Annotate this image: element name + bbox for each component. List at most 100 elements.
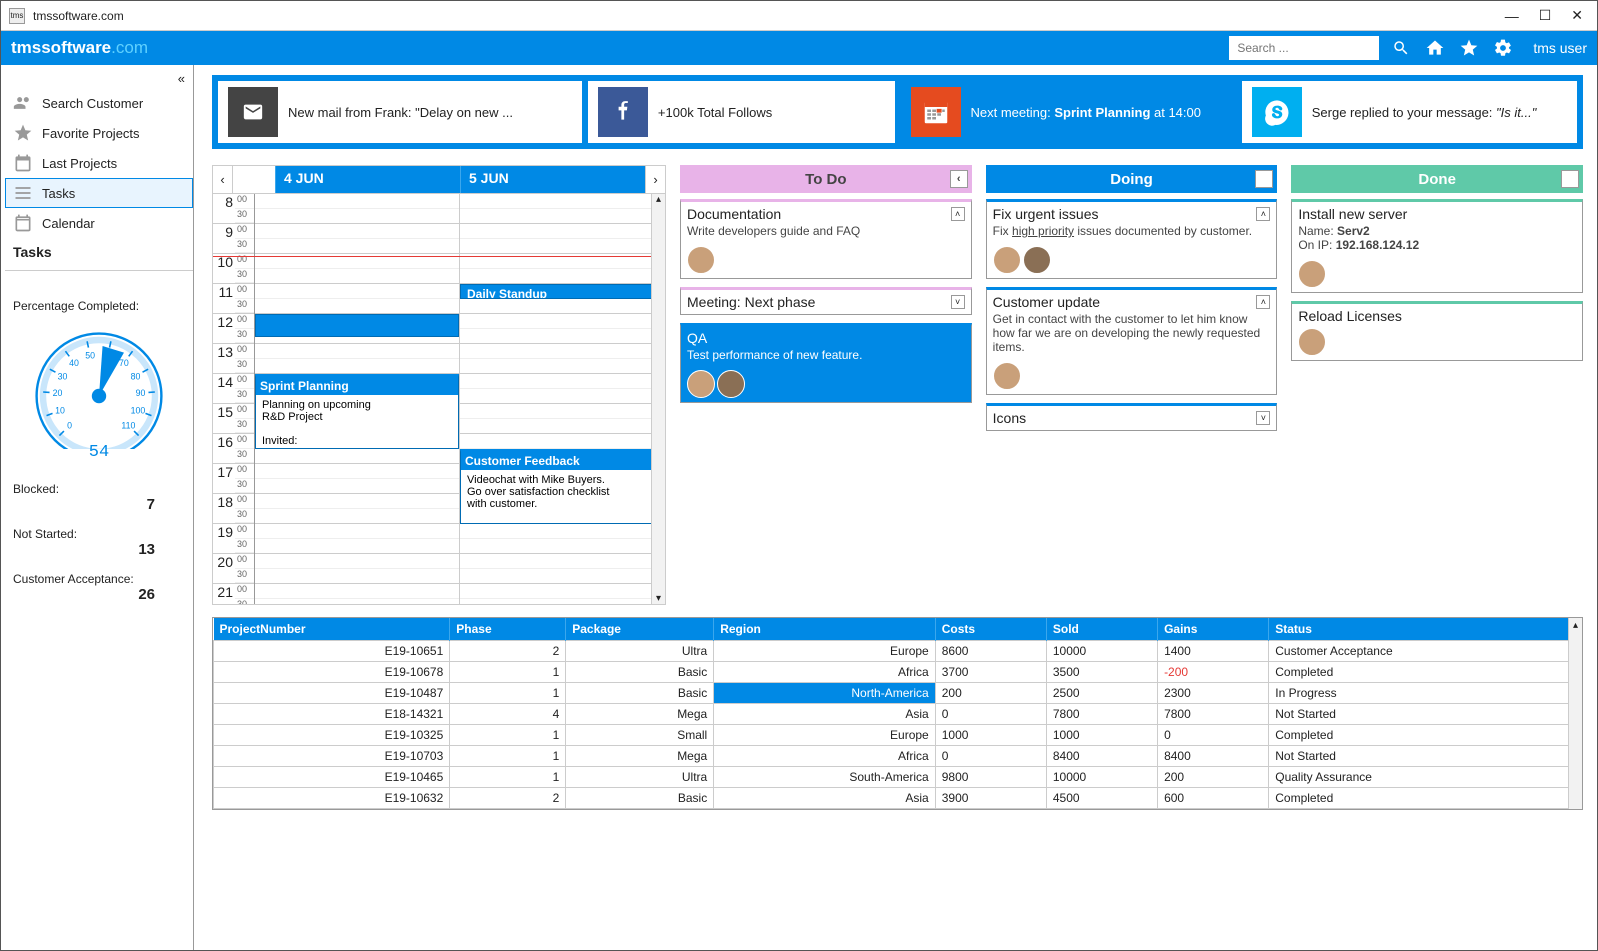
table-cell[interactable]: Africa — [714, 662, 936, 683]
table-cell[interactable]: Completed — [1269, 725, 1582, 746]
table-row[interactable]: E19-107031MegaAfrica084008400Not Started — [214, 746, 1582, 767]
calendar-event[interactable]: Daily Standup — [460, 284, 664, 299]
calendar-day-1[interactable]: 5 JUN — [460, 166, 645, 193]
table-header-cell[interactable]: ProjectNumber — [214, 618, 450, 641]
table-cell[interactable]: 7800 — [1158, 704, 1269, 725]
table-cell[interactable]: South-America — [714, 767, 936, 788]
star-icon[interactable] — [1457, 36, 1481, 60]
kanban-card[interactable]: Icons˅ — [986, 403, 1278, 431]
table-cell[interactable]: Ultra — [566, 767, 714, 788]
kanban-card[interactable]: Reload Licenses — [1291, 301, 1583, 361]
table-cell[interactable]: Ultra — [566, 641, 714, 662]
sidebar-item-calendar[interactable]: Calendar — [5, 208, 193, 238]
table-cell[interactable]: 1 — [450, 746, 566, 767]
calendar-prev-button[interactable]: ‹ — [213, 166, 233, 193]
search-icon[interactable] — [1389, 36, 1413, 60]
sidebar-item-favorite-projects[interactable]: Favorite Projects — [5, 118, 193, 148]
table-row[interactable]: E18-143214MegaAsia078007800Not Started — [214, 704, 1582, 725]
table-header-cell[interactable]: Package — [566, 618, 714, 641]
table-cell[interactable]: 1 — [450, 767, 566, 788]
table-cell[interactable]: 1 — [450, 725, 566, 746]
kanban-card[interactable]: Meeting: Next phase˅ — [680, 287, 972, 315]
table-cell[interactable]: Completed — [1269, 788, 1582, 809]
ribbon-card-mail[interactable]: New mail from Frank: "Delay on new ... — [218, 81, 582, 143]
table-cell[interactable]: 4 — [450, 704, 566, 725]
kanban-card[interactable]: Fix urgent issues˄Fix high priority issu… — [986, 199, 1278, 279]
table-cell[interactable]: 0 — [935, 746, 1046, 767]
gear-icon[interactable] — [1491, 36, 1515, 60]
ribbon-card-skype[interactable]: Serge replied to your message: "Is it...… — [1242, 81, 1577, 143]
calendar-day-0[interactable]: 4 JUN — [275, 166, 460, 193]
table-cell[interactable]: Customer Acceptance — [1269, 641, 1582, 662]
table-cell[interactable]: 10000 — [1046, 641, 1157, 662]
kanban-card[interactable]: QATest performance of new feature. — [680, 323, 972, 403]
kanban-card[interactable]: Install new serverName: Serv2On IP: 192.… — [1291, 199, 1583, 293]
kanban-card[interactable]: Documentation˄Write developers guide and… — [680, 199, 972, 279]
table-cell[interactable]: E19-10465 — [214, 767, 450, 788]
table-cell[interactable]: Europe — [714, 725, 936, 746]
calendar-event[interactable] — [255, 314, 459, 337]
table-cell[interactable]: Not Started — [1269, 704, 1582, 725]
sidebar-item-search-customer[interactable]: Search Customer — [5, 88, 193, 118]
kanban-collapse-done[interactable]: ‹ — [1561, 170, 1579, 188]
table-cell[interactable]: 8400 — [1158, 746, 1269, 767]
card-expand-icon[interactable]: ˄ — [1256, 207, 1270, 221]
maximize-button[interactable]: ☐ — [1539, 7, 1552, 24]
table-cell[interactable]: 3700 — [935, 662, 1046, 683]
table-cell[interactable]: Europe — [714, 641, 936, 662]
table-row[interactable]: E19-104871BasicNorth-America20025002300I… — [214, 683, 1582, 704]
sidebar-collapse-icon[interactable]: « — [170, 69, 193, 88]
card-expand-icon[interactable]: ˅ — [951, 295, 965, 309]
table-cell[interactable]: E19-10632 — [214, 788, 450, 809]
table-cell[interactable]: Small — [566, 725, 714, 746]
table-cell[interactable]: 2300 — [1158, 683, 1269, 704]
ribbon-card-meeting[interactable]: Next meeting: Sprint Planning at 14:00 — [901, 81, 1236, 143]
table-cell[interactable]: 8400 — [1046, 746, 1157, 767]
table-cell[interactable]: 2 — [450, 788, 566, 809]
calendar-event[interactable]: Customer FeedbackVideochat with Mike Buy… — [460, 449, 664, 524]
table-cell[interactable]: Mega — [566, 746, 714, 767]
table-cell[interactable]: 3900 — [935, 788, 1046, 809]
table-header-cell[interactable]: Phase — [450, 618, 566, 641]
table-cell[interactable]: Completed — [1269, 662, 1582, 683]
table-row[interactable]: E19-104651UltraSouth-America980010000200… — [214, 767, 1582, 788]
table-cell[interactable]: Basic — [566, 662, 714, 683]
table-cell[interactable]: E18-14321 — [214, 704, 450, 725]
table-cell[interactable]: North-America — [714, 683, 936, 704]
card-expand-icon[interactable]: ˅ — [1256, 411, 1270, 425]
table-cell[interactable]: 8600 — [935, 641, 1046, 662]
table-cell[interactable]: Asia — [714, 704, 936, 725]
table-cell[interactable]: 2 — [450, 641, 566, 662]
table-cell[interactable]: E19-10325 — [214, 725, 450, 746]
table-cell[interactable]: Basic — [566, 788, 714, 809]
card-expand-icon[interactable]: ˄ — [1256, 295, 1270, 309]
kanban-card[interactable]: Customer update˄Get in contact with the … — [986, 287, 1278, 395]
table-header-cell[interactable]: Sold — [1046, 618, 1157, 641]
table-row[interactable]: E19-103251SmallEurope100010000Completed — [214, 725, 1582, 746]
table-cell[interactable]: 7800 — [1046, 704, 1157, 725]
table-cell[interactable]: E19-10678 — [214, 662, 450, 683]
table-cell[interactable]: 0 — [1158, 725, 1269, 746]
home-icon[interactable] — [1423, 36, 1447, 60]
table-cell[interactable]: 10000 — [1046, 767, 1157, 788]
close-button[interactable]: ✕ — [1571, 7, 1583, 24]
table-cell[interactable]: 9800 — [935, 767, 1046, 788]
table-header-cell[interactable]: Gains — [1158, 618, 1269, 641]
sidebar-item-last-projects[interactable]: Last Projects — [5, 148, 193, 178]
search-input[interactable] — [1229, 36, 1379, 60]
table-cell[interactable]: E19-10703 — [214, 746, 450, 767]
table-cell[interactable]: 1000 — [1046, 725, 1157, 746]
table-cell[interactable]: 200 — [1158, 767, 1269, 788]
table-cell[interactable]: 3500 — [1046, 662, 1157, 683]
table-row[interactable]: E19-106781BasicAfrica37003500-200Complet… — [214, 662, 1582, 683]
table-header-cell[interactable]: Status — [1269, 618, 1582, 641]
calendar-event[interactable]: Sprint PlanningPlanning on upcomingR&D P… — [255, 374, 459, 449]
current-user-label[interactable]: tms user — [1533, 40, 1587, 56]
table-header-cell[interactable]: Region — [714, 618, 936, 641]
kanban-collapse-doing[interactable]: ‹ — [1255, 170, 1273, 188]
projects-table[interactable]: ProjectNumberPhasePackageRegionCostsSold… — [213, 618, 1582, 809]
calendar-body[interactable]: 8003090030100030110030120030130030140030… — [213, 194, 665, 605]
table-cell[interactable]: 4500 — [1046, 788, 1157, 809]
table-cell[interactable]: 1 — [450, 662, 566, 683]
table-cell[interactable]: Quality Assurance — [1269, 767, 1582, 788]
